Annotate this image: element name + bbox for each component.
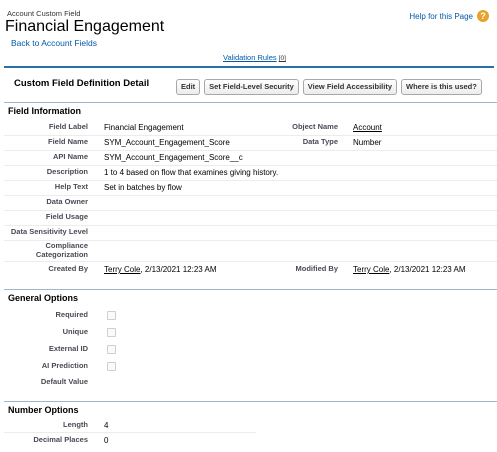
unique-row: Unique — [4, 325, 497, 341]
audit-row: Created By Terry Cole, 2/13/2021 12:23 A… — [4, 263, 497, 279]
edit-button[interactable]: Edit — [176, 79, 201, 95]
set-field-level-security-button[interactable]: Set Field-Level Security — [204, 79, 299, 95]
unique-label: Unique — [62, 327, 88, 336]
external-id-checkbox — [107, 345, 116, 354]
created-by-user-link[interactable]: Terry Cole — [104, 265, 140, 274]
object-name-label: Object Name — [292, 122, 338, 131]
modified-by-value: Terry Cole, 2/13/2021 12:23 AM — [353, 265, 466, 274]
modified-by-user-link[interactable]: Terry Cole — [353, 265, 389, 274]
length-label: Length — [63, 420, 88, 429]
created-by-label: Created By — [48, 264, 88, 273]
field-name-value: SYM_Account_Engagement_Score — [104, 138, 230, 147]
where-is-this-used-button[interactable]: Where is this used? — [401, 79, 482, 95]
created-by-value: Terry Cole, 2/13/2021 12:23 AM — [104, 265, 217, 274]
field-label-label: Field Label — [48, 122, 88, 131]
ai-prediction-row: AI Prediction — [4, 359, 497, 375]
field-name-row: Field Name SYM_Account_Engagement_Score … — [4, 136, 497, 151]
section-divider — [4, 66, 494, 68]
default-value-row: Default Value — [4, 376, 497, 392]
general-options-heading: General Options — [4, 289, 497, 303]
modified-by-date: , 2/13/2021 12:23 AM — [389, 265, 466, 274]
api-name-value: SYM_Account_Engagement_Score__c — [104, 153, 243, 162]
help-link[interactable]: Help for this Page — [409, 12, 473, 21]
ai-prediction-checkbox — [107, 362, 116, 371]
validation-rules-count[interactable]: [0] — [279, 55, 286, 62]
data-sensitivity-label: Data Sensitivity Level — [10, 227, 88, 236]
description-value: 1 to 4 based on flow that examines givin… — [104, 168, 279, 177]
description-label: Description — [46, 167, 88, 176]
length-value: 4 — [104, 421, 109, 430]
required-label: Required — [55, 310, 88, 319]
data-type-value: Number — [353, 138, 382, 147]
external-id-row: External ID — [4, 342, 497, 358]
help-text-label: Help Text — [54, 182, 88, 191]
data-owner-label: Data Owner — [46, 197, 88, 206]
description-row: Description 1 to 4 based on flow that ex… — [4, 166, 497, 181]
field-name-label: Field Name — [47, 137, 88, 146]
field-label-row: Field Label Financial Engagement Object … — [4, 122, 497, 136]
help-for-this-page[interactable]: Help for this Page ? — [409, 10, 489, 22]
detail-toolbar: Edit Set Field-Level Security View Field… — [176, 79, 482, 95]
ai-prediction-label: AI Prediction — [41, 361, 88, 370]
created-by-date: , 2/13/2021 12:23 AM — [140, 265, 217, 274]
number-options-heading: Number Options — [4, 401, 497, 415]
default-value-label: Default Value — [40, 377, 88, 386]
compliance-row: Compliance Categorization — [4, 241, 497, 262]
decimal-places-row: Decimal Places 0 — [4, 434, 497, 448]
help-text-value: Set in batches by flow — [104, 183, 182, 192]
external-id-label: External ID — [48, 344, 88, 353]
api-name-label: API Name — [52, 152, 88, 161]
required-row: Required — [4, 308, 497, 324]
object-name-link[interactable]: Account — [353, 123, 382, 132]
api-name-row: API Name SYM_Account_Engagement_Score__c — [4, 151, 497, 166]
page-subtitle: Account Custom Field — [7, 9, 81, 18]
back-to-account-fields-link[interactable]: Back to Account Fields — [11, 38, 97, 48]
unique-checkbox — [107, 328, 116, 337]
required-checkbox — [107, 311, 116, 320]
validation-rules-link[interactable]: Validation Rules — [223, 53, 277, 62]
field-usage-row: Field Usage — [4, 211, 497, 226]
validation-rules[interactable]: Validation Rules [0] — [223, 53, 286, 62]
data-type-label: Data Type — [302, 137, 338, 146]
data-sensitivity-row: Data Sensitivity Level — [4, 226, 497, 241]
view-field-accessibility-button[interactable]: View Field Accessibility — [302, 79, 397, 95]
decimal-places-value: 0 — [104, 436, 109, 445]
page-title: Financial Engagement — [5, 18, 165, 35]
compliance-label: Compliance Categorization — [35, 241, 88, 259]
field-label-value: Financial Engagement — [104, 123, 184, 132]
decimal-places-label: Decimal Places — [33, 435, 88, 444]
question-icon[interactable]: ? — [477, 10, 489, 22]
field-usage-label: Field Usage — [45, 212, 88, 221]
length-row: Length 4 — [4, 419, 256, 433]
help-text-row: Help Text Set in batches by flow — [4, 181, 497, 196]
detail-title: Custom Field Definition Detail — [14, 78, 150, 89]
field-information-heading: Field Information — [4, 102, 497, 116]
data-owner-row: Data Owner — [4, 196, 497, 211]
modified-by-label: Modified By — [295, 264, 339, 273]
